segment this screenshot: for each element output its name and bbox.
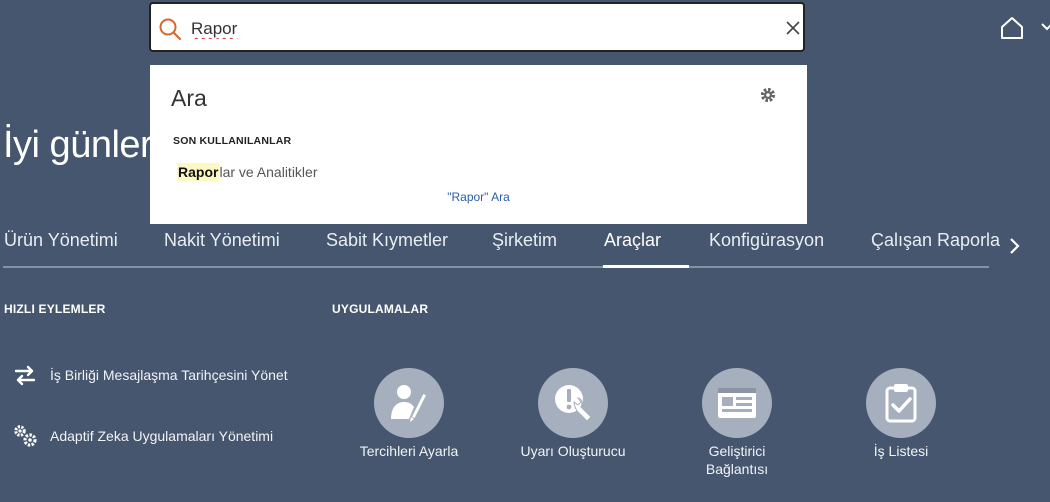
- user-edit-icon: [374, 368, 444, 438]
- app-label: Geliştirici Bağlantısı: [705, 443, 769, 477]
- tab-nakit-yonetimi[interactable]: Nakit Yönetimi: [164, 230, 280, 251]
- app-label: Tercihleri Ayarla: [359, 443, 459, 459]
- app-label: Uyarı Oluşturucu: [520, 443, 626, 459]
- app-is-listesi[interactable]: İş Listesi: [836, 368, 966, 460]
- app-uyari-olusturucu[interactable]: Uyarı Oluşturucu: [508, 368, 638, 460]
- dropdown-title: Ara: [171, 85, 207, 111]
- alert-wrench-icon: [538, 368, 608, 438]
- app-label: İş Listesi: [873, 443, 929, 459]
- caret-down-icon[interactable]: [1040, 18, 1050, 36]
- quick-action-messaging-history[interactable]: İş Birliği Mesajlaşma Tarihçesini Yönet: [12, 362, 288, 388]
- search-result-item[interactable]: Raporlar ve Analitikler: [177, 163, 318, 181]
- tab-sirketim[interactable]: Şirketim: [492, 230, 557, 251]
- developer-dashboard-icon: [702, 368, 772, 438]
- apps-title: UYGULAMALAR: [332, 302, 429, 316]
- gears-icon: [12, 423, 38, 449]
- clipboard-check-icon: [866, 368, 936, 438]
- chevron-right-icon[interactable]: [1005, 234, 1025, 258]
- result-rest: lar ve Analitikler: [219, 164, 318, 180]
- global-search-box: [149, 2, 805, 52]
- search-all-link[interactable]: "Rapor" Ara: [150, 190, 807, 204]
- result-highlight: Rapor: [177, 163, 220, 181]
- quick-actions-title: HIZLI EYLEMLER: [4, 302, 106, 316]
- quick-action-label: Adaptif Zeka Uygulamaları Yönetimi: [50, 428, 274, 444]
- close-icon[interactable]: [784, 19, 802, 37]
- greeting-text: İyi günler,: [3, 124, 161, 166]
- gear-icon[interactable]: [759, 86, 777, 104]
- quick-action-adaptive-intelligence[interactable]: Adaptif Zeka Uygulamaları Yönetimi: [12, 423, 273, 449]
- app-tercihleri-ayarla[interactable]: Tercihleri Ayarla: [344, 368, 474, 460]
- tab-araclar[interactable]: Araçlar: [604, 230, 661, 251]
- search-input[interactable]: [189, 14, 753, 44]
- app-gelistirici-baglantisi[interactable]: Geliştirici Bağlantısı: [672, 368, 802, 478]
- home-icon[interactable]: [998, 14, 1026, 42]
- tab-sabit-kiymetler[interactable]: Sabit Kıymetler: [326, 230, 448, 251]
- recent-section-label: SON KULLANILANLAR: [173, 135, 292, 147]
- active-tab-indicator: [603, 265, 689, 268]
- search-dropdown: Ara SON KULLANILANLAR Raporlar ve Analit…: [150, 65, 807, 224]
- tab-urun-yonetimi[interactable]: Ürün Yönetimi: [4, 230, 118, 251]
- tabs-divider: [3, 266, 989, 268]
- quick-action-label: İş Birliği Mesajlaşma Tarihçesini Yönet: [50, 367, 288, 383]
- nav-tabs: Ürün Yönetimi Nakit Yönetimi Sabit Kıyme…: [0, 226, 1000, 268]
- tab-calisan-raporla[interactable]: Çalışan Raporla: [871, 230, 1000, 251]
- tab-konfigurasyon[interactable]: Konfigürasyon: [709, 230, 824, 251]
- search-icon[interactable]: [158, 17, 182, 41]
- swap-arrows-icon: [12, 362, 38, 388]
